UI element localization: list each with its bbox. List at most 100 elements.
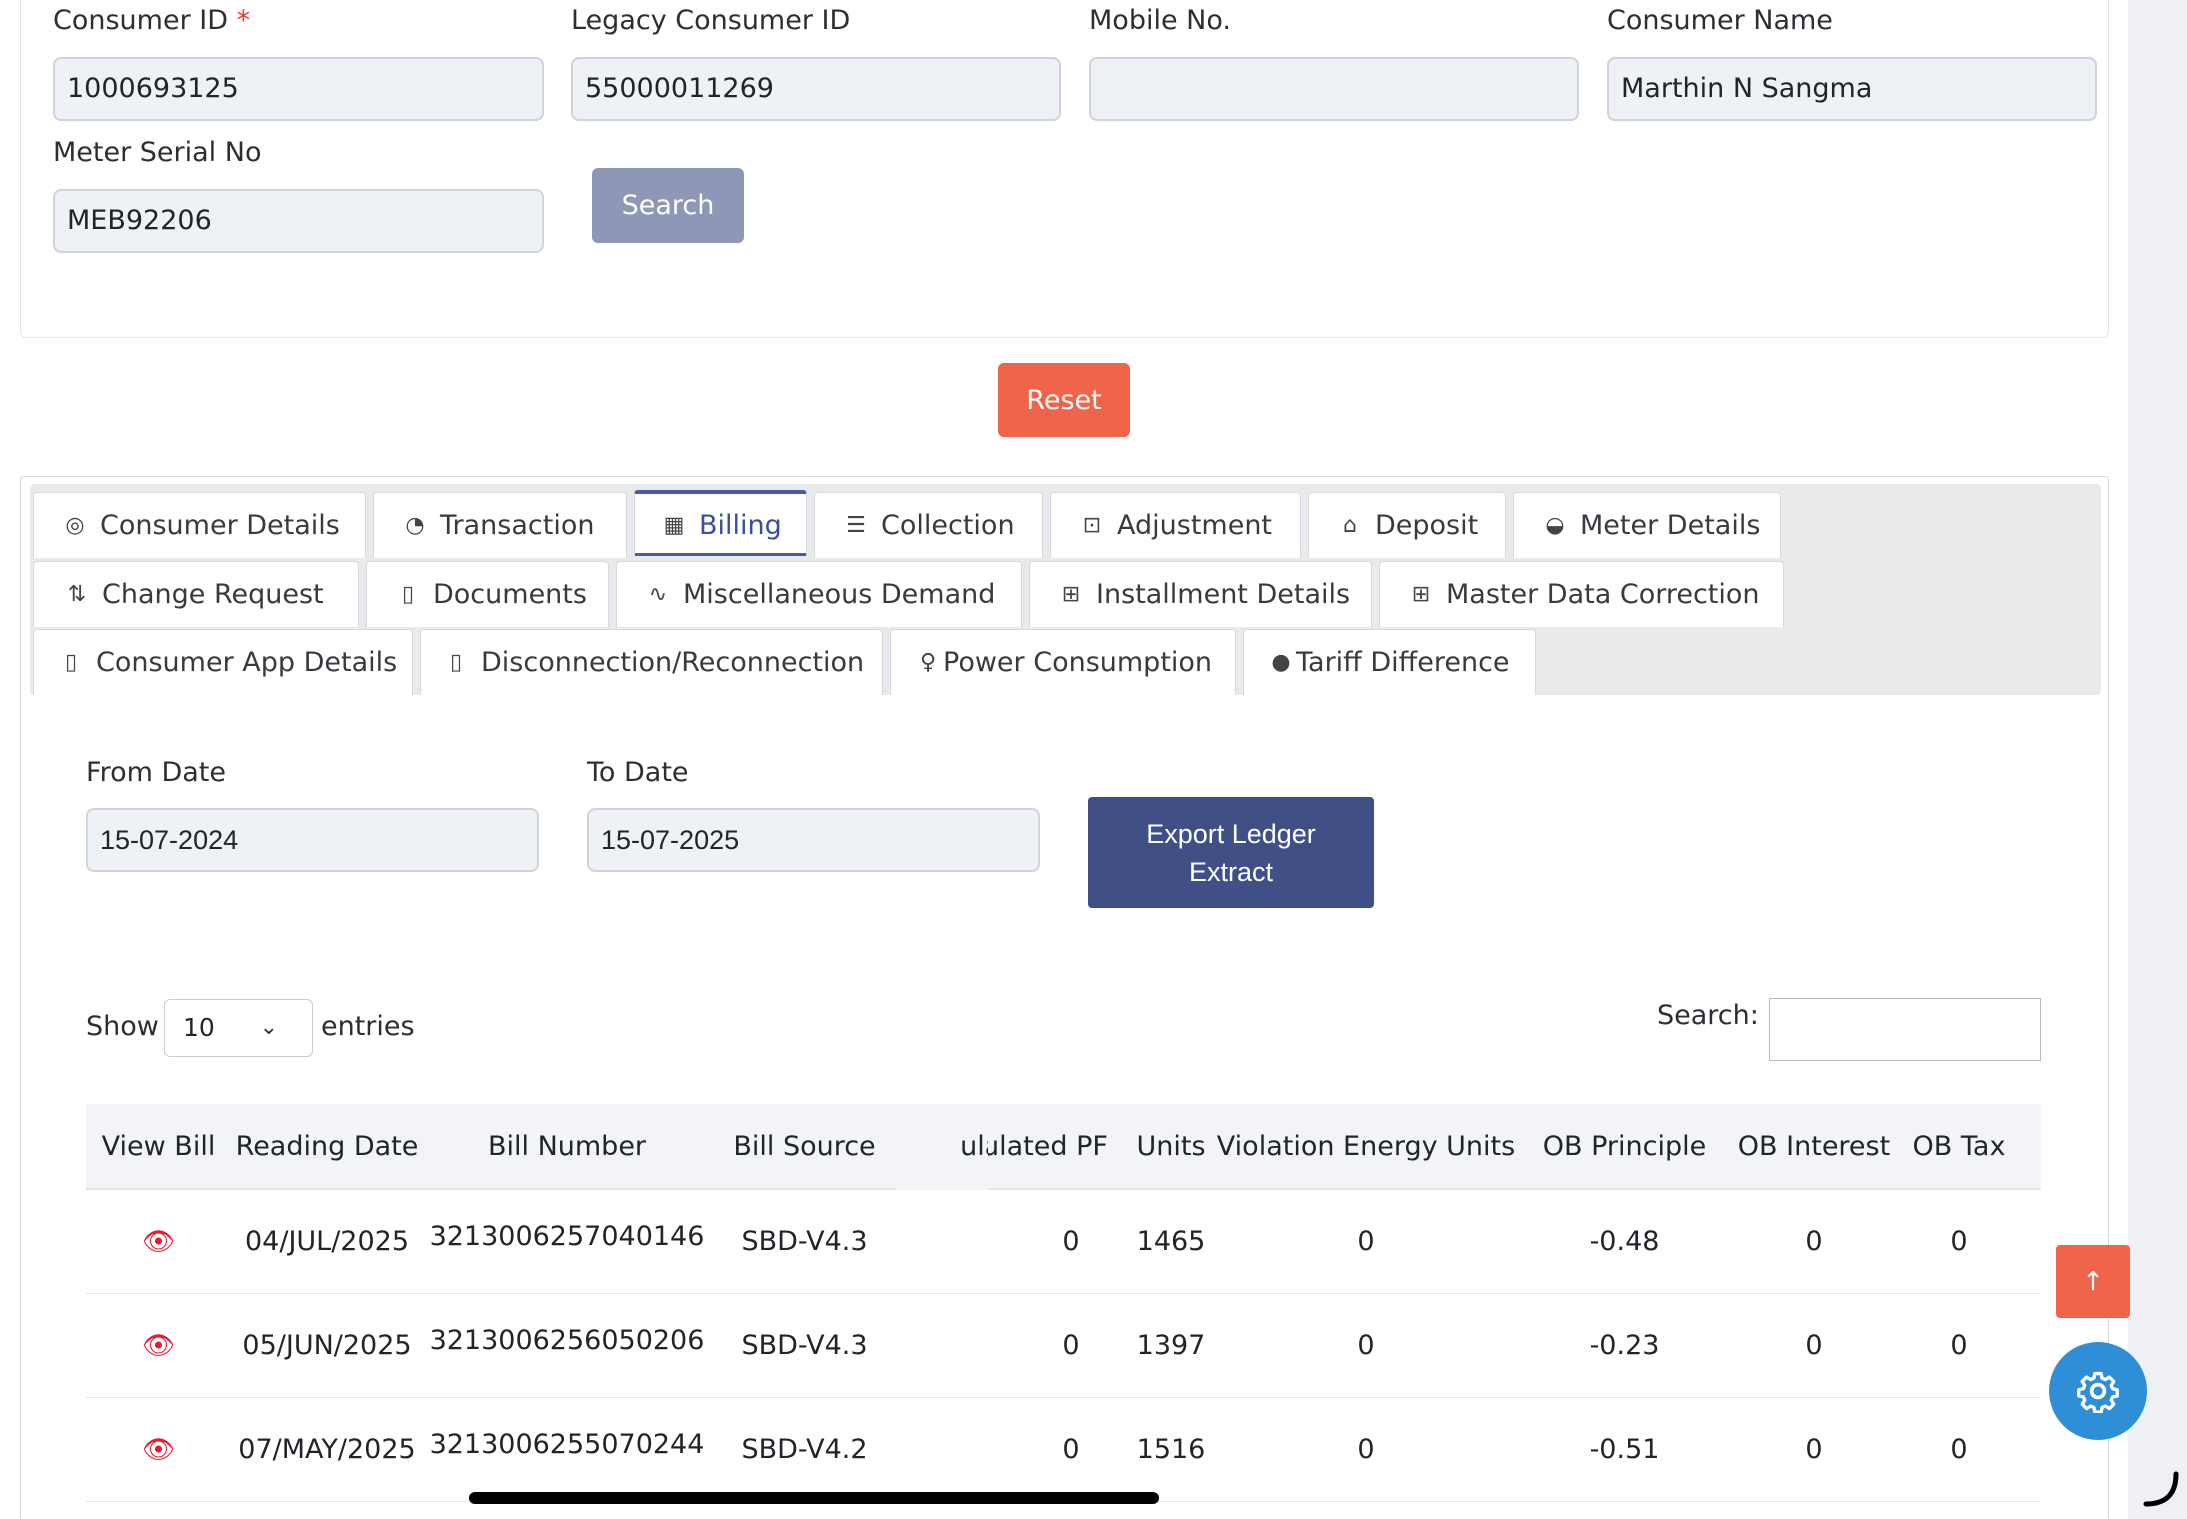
bill-source-cell: SBD-V4.3 <box>741 1226 868 1257</box>
tab-miscellaneous-demand[interactable]: ∿ Miscellaneous Demand <box>616 561 1022 627</box>
eye-icon[interactable]: 👁 <box>142 1331 175 1361</box>
consumer-name-label: Consumer Name <box>1607 5 1833 36</box>
tab-tariff-difference[interactable]: ● Tariff Difference <box>1243 629 1536 695</box>
bill-source-cell: SBD-V4.2 <box>741 1434 868 1465</box>
mobile-no-field: Mobile No. <box>1089 5 1231 36</box>
col-units[interactable]: Units <box>1126 1104 1216 1190</box>
tab-label: Adjustment <box>1117 510 1273 541</box>
tab-label: Miscellaneous Demand <box>683 579 996 610</box>
table-search-input[interactable] <box>1769 998 2041 1061</box>
tab-change-request[interactable]: ⇅ Change Request <box>33 561 359 627</box>
col-reading-date[interactable]: Reading Date <box>231 1104 423 1190</box>
tab-power-consumption[interactable]: ♀ Power Consumption <box>890 629 1236 695</box>
page-size-value: 10 <box>183 1013 215 1042</box>
settings-button[interactable] <box>2049 1342 2147 1440</box>
col-violation-energy-units[interactable]: Violation Energy Units <box>1216 1104 1516 1190</box>
page-size-select[interactable]: 10 ⌄ <box>164 999 313 1057</box>
active-tab-indicator <box>635 553 806 556</box>
eye-icon[interactable]: 👁 <box>142 1227 175 1257</box>
col-view-bill[interactable]: View Bill <box>86 1104 231 1190</box>
speedometer-icon: ◒ <box>1545 513 1565 538</box>
tab-disconnection-reconnection[interactable]: ▯ Disconnection/Reconnection <box>420 629 883 695</box>
col-bill-number[interactable]: Bill Number <box>423 1104 711 1190</box>
view-bill-cell: 👁 <box>86 1398 231 1502</box>
view-bill-cell: 👁 <box>86 1294 231 1398</box>
tab-label: Meter Details <box>1580 510 1761 541</box>
consumer-id-input[interactable]: 1000693125 <box>53 57 544 121</box>
eye-icon[interactable]: 👁 <box>142 1435 175 1465</box>
col-ob-interest[interactable]: OB Interest <box>1733 1104 1895 1190</box>
tab-consumer-app-details[interactable]: ▯ Consumer App Details <box>33 629 413 695</box>
reading-date-cell: 04/JUL/2025 <box>244 1226 410 1257</box>
ob-interest-cell: 0 <box>1805 1226 1823 1257</box>
col-ob-principle[interactable]: OB Principle <box>1516 1104 1733 1190</box>
search-button[interactable]: Search <box>592 168 744 243</box>
tab-adjustment[interactable]: ⊡ Adjustment <box>1050 492 1301 558</box>
tab-collection[interactable]: ☰ Collection <box>814 492 1043 558</box>
tab-transaction[interactable]: ◔ Transaction <box>373 492 627 558</box>
ob-principle-cell: -0.51 <box>1589 1434 1660 1465</box>
reading-date-cell: 07/MAY/2025 <box>238 1434 416 1465</box>
show-label: Show <box>86 1011 159 1042</box>
tab-label: Consumer Details <box>100 510 340 541</box>
legacy-consumer-id-input[interactable]: 55000011269 <box>571 57 1061 121</box>
activity-icon: ∿ <box>648 582 668 607</box>
meter-serial-no-field: Meter Serial No <box>53 137 262 168</box>
bill-source-cell: SBD-V4.3 <box>741 1330 868 1361</box>
bill-number-cell: 3213006255070244 <box>429 1429 705 1460</box>
calculated-pf-cell: 0 <box>1062 1434 1080 1465</box>
tab-label: Deposit <box>1375 510 1479 541</box>
units-cell: 1397 <box>1136 1330 1206 1361</box>
plus-square-icon: ⊞ <box>1061 582 1081 607</box>
calculated-pf-cell: 0 <box>1062 1330 1080 1361</box>
meter-serial-no-input[interactable]: MEB92206 <box>53 189 544 253</box>
tab-label: Collection <box>881 510 1015 541</box>
table-row: 👁 07/MAY/2025 3213006255070244 SBD-V4.2 … <box>86 1398 2041 1502</box>
reset-button[interactable]: Reset <box>998 363 1130 437</box>
from-date-input[interactable]: 15-07-2024 <box>86 808 539 872</box>
table-row: 👁 05/JUN/2025 3213006256050206 SBD-V4.3 … <box>86 1294 2041 1398</box>
tab-consumer-details[interactable]: ◎ Consumer Details <box>33 492 366 558</box>
list-icon: ☰ <box>846 513 866 538</box>
bank-icon: ⌂ <box>1343 513 1357 538</box>
tab-label: Consumer App Details <box>96 647 398 678</box>
pie-chart-icon: ◔ <box>405 513 425 538</box>
table-header: View Bill Reading Date Bill Number Bill … <box>86 1104 2041 1190</box>
entries-label: entries <box>321 1011 415 1042</box>
bar-chart-icon: ▦ <box>663 512 685 538</box>
export-ledger-extract-button[interactable]: Export Ledger Extract <box>1088 797 1374 908</box>
ob-interest-cell: 0 <box>1805 1434 1823 1465</box>
plus-square-icon: ⊞ <box>1411 582 1431 607</box>
bill-number-cell: 3213006257040146 <box>429 1221 705 1252</box>
mobile-no-input[interactable] <box>1089 57 1579 121</box>
tab-deposit[interactable]: ⌂ Deposit <box>1308 492 1506 558</box>
tab-master-data-correction[interactable]: ⊞ Master Data Correction <box>1379 561 1784 627</box>
violation-units-cell: 0 <box>1357 1434 1375 1465</box>
phone-icon: ▯ <box>449 650 463 675</box>
tab-meter-details[interactable]: ◒ Meter Details <box>1513 492 1781 558</box>
arrow-up-icon: ↑ <box>2082 1266 2104 1297</box>
col-ob-tax[interactable]: OB Tax <box>1895 1104 2023 1190</box>
git-compare-icon: ⇅ <box>67 582 87 607</box>
to-date-input[interactable]: 15-07-2025 <box>587 808 1040 872</box>
consumer-id-field: Consumer ID * <box>53 5 250 36</box>
col-calculated-pf-clip: ulated PF <box>896 1104 988 1190</box>
units-cell: 1516 <box>1136 1434 1206 1465</box>
tab-label: Master Data Correction <box>1446 579 1760 610</box>
tab-label: Transaction <box>440 510 595 541</box>
tab-documents[interactable]: ▯ Documents <box>366 561 609 627</box>
ob-principle-cell: -0.48 <box>1589 1226 1660 1257</box>
units-cell: 1465 <box>1136 1226 1206 1257</box>
target-icon: ◎ <box>65 513 85 538</box>
ob-tax-cell: 0 <box>1950 1226 1968 1257</box>
legacy-consumer-id-field: Legacy Consumer ID <box>571 5 850 36</box>
horizontal-scrollbar[interactable] <box>469 1492 1159 1504</box>
document-icon: ▯ <box>401 582 415 607</box>
tab-installment-details[interactable]: ⊞ Installment Details <box>1029 561 1372 627</box>
consumer-name-input[interactable]: Marthin N Sangma <box>1607 57 2097 121</box>
from-date-label: From Date <box>86 757 227 788</box>
tab-billing[interactable]: ▦ Billing <box>634 490 807 556</box>
ob-interest-cell: 0 <box>1805 1330 1823 1361</box>
scroll-to-top-button[interactable]: ↑ <box>2056 1245 2130 1318</box>
col-bill-source[interactable]: Bill Source <box>711 1104 898 1190</box>
